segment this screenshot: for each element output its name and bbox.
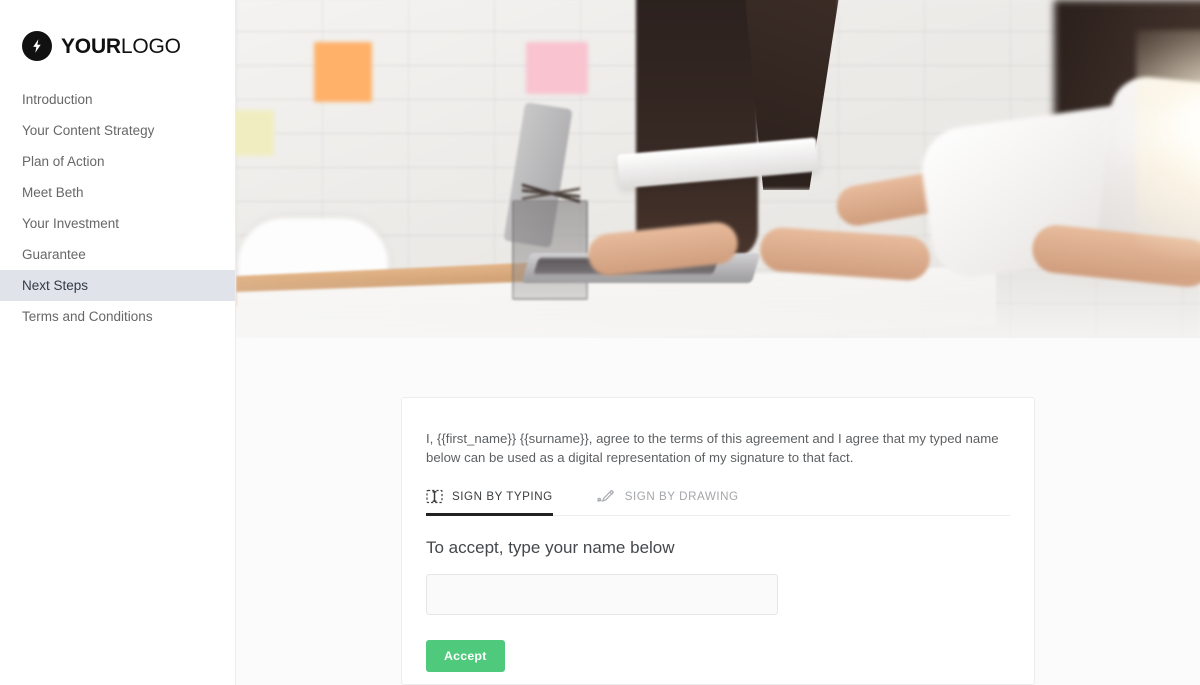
sidebar-item-terms-and-conditions[interactable]: Terms and Conditions [0,301,235,332]
tab-sign-by-drawing[interactable]: SIGN BY DRAWING [597,489,739,516]
text-cursor-icon [426,489,443,504]
sidebar-item-next-steps[interactable]: Next Steps [0,270,235,301]
lightning-bolt-icon [22,31,52,61]
sidebar-item-plan-of-action[interactable]: Plan of Action [0,146,235,177]
sidebar-nav: Introduction Your Content Strategy Plan … [0,84,235,332]
main-content: I, {{first_name}} {{surname}}, agree to … [236,0,1200,685]
hero-image [236,0,1200,338]
tab-sign-by-drawing-label: SIGN BY DRAWING [624,489,739,503]
sidebar-item-introduction[interactable]: Introduction [0,84,235,115]
accept-button[interactable]: Accept [426,640,505,673]
hero-vignette [236,0,1200,338]
logo[interactable]: YOURLOGO [0,0,235,66]
logo-text-light: LOGO [120,34,181,58]
tab-sign-by-typing-label: SIGN BY TYPING [452,489,553,503]
agreement-text: I, {{first_name}} {{surname}}, agree to … [426,431,999,465]
sidebar-item-meet-beth[interactable]: Meet Beth [0,177,235,208]
name-input[interactable] [426,574,778,616]
tab-sign-by-typing[interactable]: SIGN BY TYPING [426,489,553,516]
proposal-page: YOURLOGO Introduction Your Content Strat… [0,0,1200,685]
signature-card: I, {{first_name}} {{surname}}, agree to … [401,397,1035,685]
sidebar-item-your-investment[interactable]: Your Investment [0,208,235,239]
logo-text-bold: YOUR [61,34,121,58]
pen-draw-icon [597,489,616,504]
content-area: I, {{first_name}} {{surname}}, agree to … [236,338,1200,685]
sidebar-item-your-content-strategy[interactable]: Your Content Strategy [0,115,235,146]
sidebar-item-guarantee[interactable]: Guarantee [0,239,235,270]
logo-text: YOURLOGO [61,36,181,57]
sidebar: YOURLOGO Introduction Your Content Strat… [0,0,236,685]
accept-heading: To accept, type your name below [426,538,675,557]
signature-tabs: SIGN BY TYPING SIGN BY DRAWING [426,489,1010,516]
